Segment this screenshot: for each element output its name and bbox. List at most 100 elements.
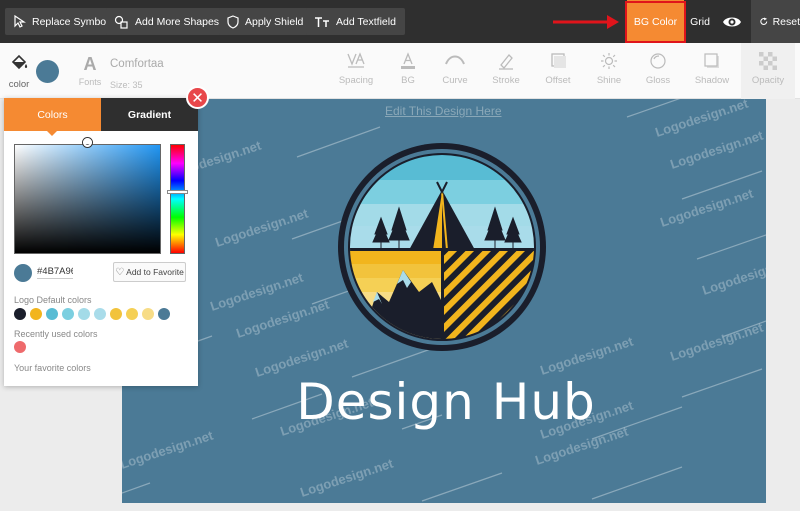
color-dot[interactable]: [110, 308, 122, 320]
reset-button[interactable]: Reset: [751, 0, 800, 43]
tool-offset-label: Offset: [545, 75, 571, 86]
recent-colors-label: Recently used colors: [14, 329, 98, 339]
color-dot[interactable]: [142, 308, 154, 320]
text-tools-bar: color A Fonts Comfortaa Size: 35 Spacing…: [0, 43, 800, 99]
replace-symbol-label: Replace Symbol: [32, 15, 109, 28]
shine-icon: [601, 53, 617, 69]
color-picker-popup: Colors Gradient #4B7A96 ♡ Add to Favorit…: [4, 98, 198, 386]
current-color-swatch[interactable]: [36, 60, 59, 83]
shield-icon: [227, 14, 239, 29]
text-bg-icon: [401, 52, 415, 69]
brand-name-text[interactable]: Design Hub: [262, 373, 630, 431]
tool-spacing-label: Spacing: [338, 75, 374, 86]
hue-slider-handle[interactable]: [167, 190, 188, 194]
fonts-tool[interactable]: A Fonts: [78, 54, 102, 87]
top-toolbar: Replace Symbol Add More Shapes Apply Shi…: [0, 0, 800, 43]
tool-curve-label: Curve: [442, 75, 468, 86]
text-icon: [315, 16, 329, 27]
color-dot[interactable]: [158, 308, 170, 320]
tool-stroke-label: Stroke: [492, 75, 520, 86]
shadow-icon: [704, 53, 719, 68]
color-dot[interactable]: [78, 308, 90, 320]
logo-default-colors: [14, 308, 170, 320]
saturation-value-picker[interactable]: [14, 144, 161, 254]
apply-shield-button[interactable]: Apply Shield: [219, 8, 313, 35]
tool-spacing[interactable]: Spacing: [329, 43, 383, 99]
color-dot[interactable]: [30, 308, 42, 320]
hex-input[interactable]: #4B7A96: [37, 265, 73, 279]
spacing-icon: [347, 52, 365, 68]
watermark-text: Logodesign.net: [122, 427, 216, 471]
watermark-text: Logodesign.net: [653, 99, 750, 140]
gloss-icon: [650, 53, 666, 69]
tool-shine-label: Shine: [596, 75, 622, 86]
add-more-shapes-label: Add More Shapes: [135, 15, 220, 28]
logo-default-colors-label: Logo Default colors: [14, 295, 92, 305]
close-icon: ✕: [191, 89, 204, 107]
stroke-icon: [499, 54, 513, 70]
watermark-text: Logodesign.net: [234, 296, 331, 340]
font-a-icon: A: [83, 54, 97, 74]
preview-button[interactable]: [718, 12, 746, 32]
curve-icon: [445, 55, 465, 65]
hue-slider[interactable]: [170, 144, 185, 254]
grid-button[interactable]: Grid: [688, 0, 712, 43]
tool-stroke[interactable]: Stroke: [479, 43, 533, 99]
tool-gloss-label: Gloss: [645, 75, 671, 86]
font-size[interactable]: Size: 35: [110, 80, 143, 90]
opacity-icon: [759, 52, 777, 70]
selected-color-swatch: [14, 264, 32, 282]
color-picker-tabs: Colors Gradient: [4, 98, 198, 136]
color-dot[interactable]: [14, 308, 26, 320]
add-textfield-label: Add Textfield: [336, 15, 396, 28]
tab-colors[interactable]: Colors: [4, 98, 101, 136]
red-arrow-annotation: [553, 15, 619, 29]
logo-emblem[interactable]: [337, 142, 547, 352]
add-textfield-button[interactable]: Add Textfield: [306, 8, 405, 35]
eye-icon: [723, 17, 741, 27]
color-dot[interactable]: [126, 308, 138, 320]
canvas-side-margin: [766, 99, 800, 511]
favorite-colors-label: Your favorite colors: [14, 363, 91, 373]
heart-icon: ♡: [115, 266, 125, 278]
add-more-shapes-button[interactable]: Add More Shapes: [106, 8, 229, 35]
color-dot[interactable]: [46, 308, 58, 320]
tool-curve[interactable]: Curve: [428, 43, 482, 99]
tool-opacity[interactable]: Opacity: [741, 43, 795, 99]
tool-shadow[interactable]: Shadow: [685, 43, 739, 99]
reset-icon: [760, 17, 768, 25]
watermark-text: Logodesign.net: [668, 127, 765, 171]
color-tool-label: color: [8, 79, 30, 90]
tool-shine[interactable]: Shine: [582, 43, 636, 99]
add-to-favorite-label: Add to Favorite: [126, 267, 184, 277]
reset-label: Reset: [772, 15, 800, 28]
picker-cursor[interactable]: [83, 138, 92, 147]
close-popup-button[interactable]: ✕: [186, 86, 209, 109]
paint-bucket-icon: [11, 54, 28, 70]
watermark-text: Logodesign.net: [298, 455, 395, 499]
tab-gradient[interactable]: Gradient: [101, 98, 198, 131]
edit-design-link[interactable]: Edit This Design Here: [385, 104, 502, 118]
shapes-icon: [114, 15, 128, 29]
apply-shield-label: Apply Shield: [245, 15, 304, 28]
add-to-favorite-button[interactable]: ♡ Add to Favorite: [113, 262, 186, 282]
tool-shadow-label: Shadow: [694, 75, 730, 86]
tool-bg-label: BG: [401, 75, 415, 86]
color-dot[interactable]: [94, 308, 106, 320]
tool-offset[interactable]: Offset: [531, 43, 585, 99]
watermark-text: Logodesign.net: [538, 333, 635, 377]
fonts-label: Fonts: [78, 77, 102, 87]
color-dot[interactable]: [62, 308, 74, 320]
highlight-box-annotation: [625, 1, 686, 43]
tool-gloss[interactable]: Gloss: [631, 43, 685, 99]
watermark-text: Logodesign.net: [213, 205, 310, 249]
tool-opacity-label: Opacity: [751, 75, 785, 86]
replace-symbol-button[interactable]: Replace Symbol: [5, 8, 118, 35]
font-name[interactable]: Comfortaa: [110, 58, 164, 70]
color-tool[interactable]: color: [4, 53, 34, 90]
color-dot[interactable]: [14, 341, 26, 353]
watermark-text: Logodesign.net: [658, 185, 755, 229]
tool-bg[interactable]: BG: [381, 43, 435, 99]
offset-icon: [551, 53, 566, 68]
watermark-text: Logodesign.net: [700, 253, 766, 297]
